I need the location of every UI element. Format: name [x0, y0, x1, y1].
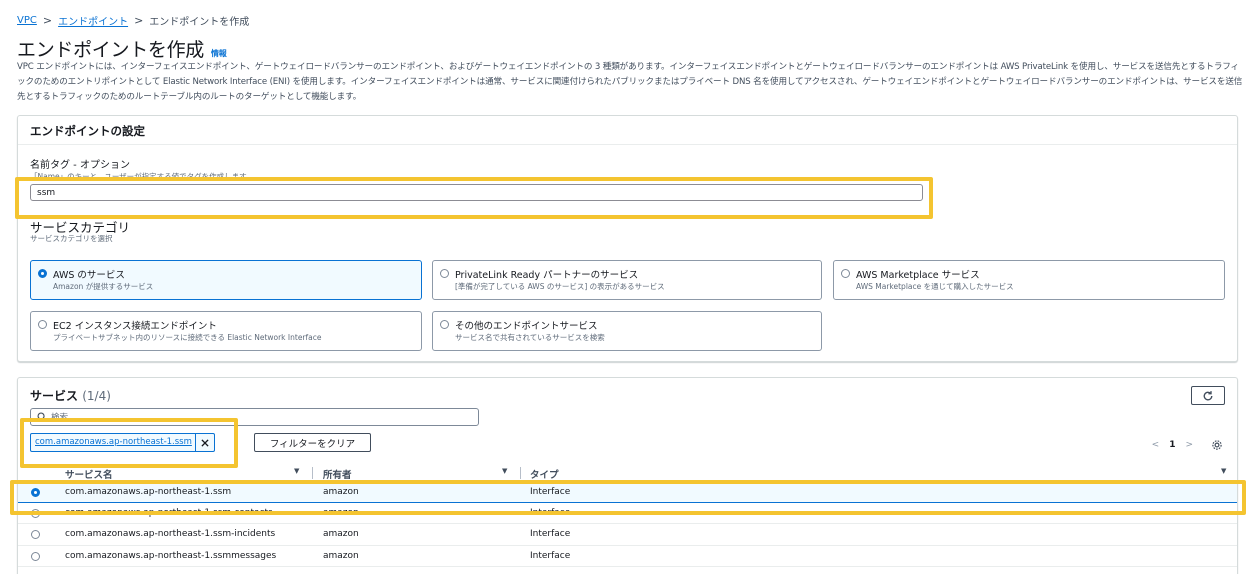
cell-service-name: com.amazonaws.ap-northeast-1.ssm-inciden… [65, 529, 276, 539]
cell-type: Interface [530, 529, 571, 539]
table-header: サービス名 ▼ 所有者 ▼ タイプ ▼ [18, 465, 1237, 481]
info-link[interactable]: 情報 [211, 48, 227, 59]
radio-icon[interactable] [38, 320, 47, 329]
table-row[interactable]: com.amazonaws.ap-northeast-1.ssm-inciden… [18, 524, 1237, 546]
panel-divider [18, 144, 1237, 145]
cell-type: Interface [530, 550, 571, 561]
column-divider [520, 467, 521, 479]
name-tag-description: 「Name」のキーと、ユーザーが指定する値でタグを作成します。 [30, 172, 254, 181]
sort-down-icon[interactable]: ▼ [294, 467, 299, 475]
chevron-right-icon[interactable]: > [1185, 440, 1193, 450]
service-category-description: サービスカテゴリを選択 [30, 234, 113, 243]
endpoint-settings-panel: エンドポイントの設定 名前タグ - オプション 「Name」のキーと、ユーザーが… [17, 115, 1238, 362]
cell-service-name: com.amazonaws.ap-northeast-1.ssm [65, 487, 232, 497]
breadcrumb: VPC > エンドポイント > エンドポイントを作成 [17, 13, 249, 28]
chevron-left-icon[interactable]: < [1152, 440, 1160, 450]
column-header-type[interactable]: タイプ [530, 467, 559, 481]
card-description: AWS Marketplace を通じて購入したサービス [856, 282, 1014, 291]
table-row[interactable]: com.amazonaws.ap-northeast-1.ssmmessages… [18, 546, 1237, 567]
column-divider [312, 467, 313, 479]
row-radio[interactable] [31, 530, 40, 539]
chevron-right-icon: > [134, 14, 144, 27]
page-description: VPC エンドポイントには、インターフェイスエンドポイント、ゲートウェイロードバ… [17, 62, 1243, 103]
card-title: AWS Marketplace サービス [856, 270, 980, 281]
sort-down-icon[interactable]: ▼ [1221, 467, 1226, 475]
category-card-aws-services[interactable]: AWS のサービス Amazon が提供するサービス [30, 260, 422, 300]
name-tag-input[interactable]: ssm [30, 184, 923, 201]
card-title: AWS のサービス [53, 270, 125, 281]
cell-service-name: com.amazonaws.ap-northeast-1.ssm-contact… [65, 507, 273, 518]
radio-icon[interactable] [38, 269, 47, 278]
cell-service-name: com.amazonaws.ap-northeast-1.ssmmessages [65, 550, 277, 561]
refresh-button[interactable] [1191, 386, 1225, 405]
cell-owner: amazon [323, 529, 359, 539]
column-header-service-name[interactable]: サービス名 [65, 467, 113, 481]
cell-type: Interface [530, 487, 571, 497]
search-placeholder: 検索 [51, 413, 69, 423]
breadcrumb-endpoints-link[interactable]: エンドポイント [58, 13, 128, 28]
card-title: その他のエンドポイントサービス [455, 321, 598, 332]
table-row[interactable]: com.amazonaws.ap-northeast-1.ssm amazon … [18, 481, 1237, 503]
services-panel: サービス (1/4) 検索 com.amazonaws.ap-northeast… [17, 377, 1238, 574]
card-title: EC2 インスタンス接続エンドポイント [53, 321, 217, 332]
services-title: サービス (1/4) [30, 387, 111, 404]
breadcrumb-vpc-link[interactable]: VPC [17, 15, 37, 26]
column-header-owner[interactable]: 所有者 [323, 467, 352, 481]
name-tag-label: 名前タグ - オプション [30, 160, 130, 171]
cell-type: Interface [530, 507, 571, 518]
row-radio[interactable] [31, 551, 40, 561]
row-radio[interactable] [31, 508, 40, 518]
settings-gear-icon[interactable] [1211, 439, 1223, 451]
refresh-icon [1203, 390, 1213, 400]
card-description: プライベートサブネット内のリソースに接続できる Elastic Network … [53, 333, 322, 342]
filter-token: com.amazonaws.ap-northeast-1.ssm [30, 433, 215, 452]
card-description: Amazon が提供するサービス [53, 282, 154, 291]
chevron-right-icon: > [42, 14, 53, 27]
pagination: < 1 > [1152, 439, 1223, 451]
radio-icon[interactable] [841, 269, 850, 278]
page-header: エンドポイントを作成 情報 [17, 35, 227, 62]
category-card-other-endpoint-services[interactable]: その他のエンドポイントサービス サービス名で共有されているサービスを検索 [432, 311, 822, 351]
card-title: PrivateLink Ready パートナーのサービス [455, 270, 639, 281]
search-input[interactable]: 検索 [30, 408, 479, 426]
cell-owner: amazon [323, 507, 359, 518]
cell-owner: amazon [323, 487, 359, 497]
breadcrumb-current: エンドポイントを作成 [149, 17, 250, 28]
radio-icon[interactable] [440, 269, 449, 278]
table-row[interactable]: com.amazonaws.ap-northeast-1.ssm-contact… [18, 503, 1237, 524]
category-card-privatelink-ready[interactable]: PrivateLink Ready パートナーのサービス [準備が完了している … [432, 260, 822, 300]
category-card-ec2-instance-connect[interactable]: EC2 インスタンス接続エンドポイント プライベートサブネット内のリソースに接続… [30, 311, 422, 351]
filter-token-remove-button[interactable] [194, 434, 214, 451]
settings-header: エンドポイントの設定 [30, 124, 145, 138]
services-table: サービス名 ▼ 所有者 ▼ タイプ ▼ com.amazonaws.ap-nor… [18, 465, 1237, 567]
card-description: サービス名で共有されているサービスを検索 [455, 333, 605, 342]
close-icon [201, 438, 209, 447]
row-radio[interactable] [31, 488, 40, 497]
services-count: (1/4) [82, 389, 111, 403]
card-description: [準備が完了している AWS のサービス] の表示があるサービス [455, 282, 665, 291]
clear-filter-button[interactable]: フィルターをクリア [254, 433, 371, 452]
search-icon [37, 412, 47, 422]
filter-token-label[interactable]: com.amazonaws.ap-northeast-1.ssm [31, 434, 195, 451]
cell-owner: amazon [323, 550, 359, 561]
services-title-text: サービス [30, 389, 79, 403]
page-title: エンドポイントを作成 [17, 39, 205, 61]
radio-icon[interactable] [440, 320, 449, 329]
sort-down-icon[interactable]: ▼ [502, 467, 507, 475]
page-number[interactable]: 1 [1169, 440, 1175, 450]
category-card-aws-marketplace[interactable]: AWS Marketplace サービス AWS Marketplace を通じ… [833, 260, 1225, 300]
